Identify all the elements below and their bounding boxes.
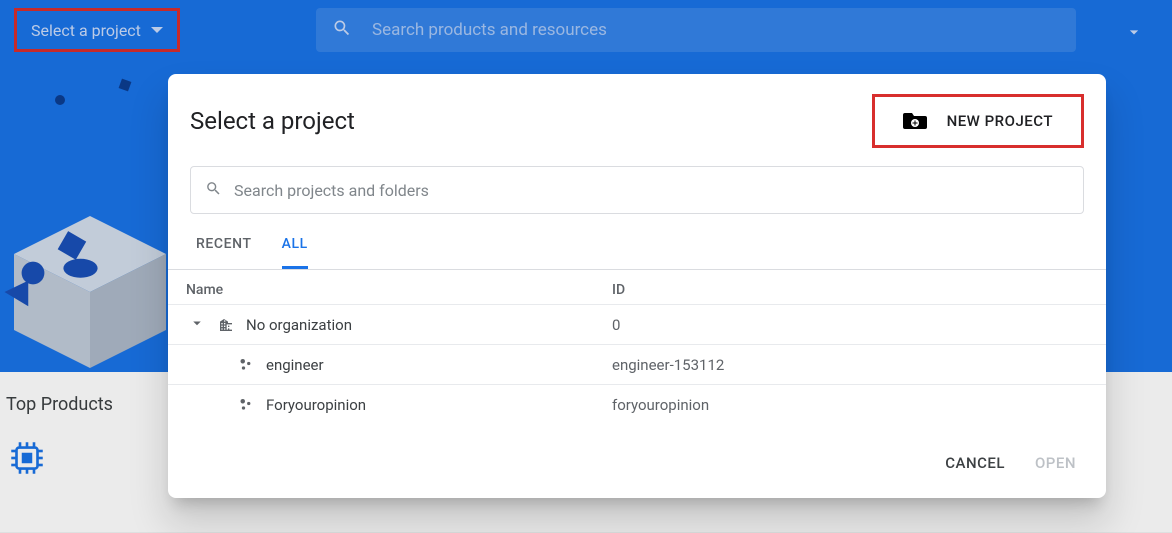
dialog-search[interactable]: [190, 166, 1084, 214]
row-id: 0: [612, 316, 1106, 334]
tab-all[interactable]: ALL: [282, 236, 308, 269]
table-row[interactable]: No organization 0: [168, 304, 1106, 344]
table-row[interactable]: engineer engineer-153112: [168, 344, 1106, 384]
cancel-button[interactable]: CANCEL: [945, 454, 1005, 472]
row-name: engineer: [266, 356, 324, 374]
table-row[interactable]: Foryouropinion foryouropinion: [168, 384, 1106, 424]
new-project-button[interactable]: NEW PROJECT: [872, 94, 1084, 148]
search-icon: [205, 180, 222, 201]
open-button[interactable]: OPEN: [1035, 454, 1076, 472]
project-icon: [236, 356, 254, 374]
dialog-title: Select a project: [190, 107, 355, 135]
organization-icon: [218, 317, 234, 333]
project-icon: [236, 396, 254, 414]
dialog-search-input[interactable]: [234, 181, 1069, 200]
chevron-down-icon[interactable]: [188, 314, 206, 336]
tabs: RECENT ALL: [168, 214, 1106, 270]
row-id: foryouropinion: [612, 396, 1106, 414]
column-id: ID: [612, 282, 1090, 298]
column-name: Name: [184, 282, 612, 298]
row-name: No organization: [246, 316, 352, 334]
new-project-folder-icon: [903, 111, 927, 131]
tab-recent[interactable]: RECENT: [196, 236, 252, 269]
row-name: Foryouropinion: [266, 396, 366, 414]
new-project-label: NEW PROJECT: [947, 112, 1053, 130]
project-picker-dialog: Select a project NEW PROJECT RECENT ALL …: [168, 74, 1106, 498]
column-headers: Name ID: [168, 270, 1106, 304]
row-id: engineer-153112: [612, 356, 1106, 374]
dialog-actions: CANCEL OPEN: [168, 424, 1106, 490]
